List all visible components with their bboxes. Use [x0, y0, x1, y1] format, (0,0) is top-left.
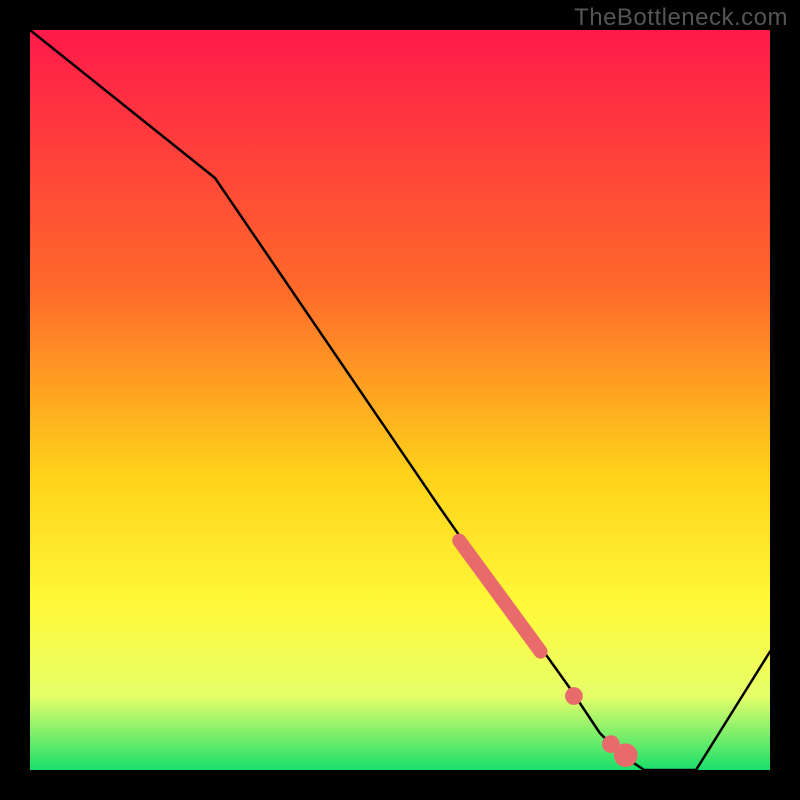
bottleneck-chart [30, 30, 770, 770]
watermark-text: TheBottleneck.com [574, 4, 788, 32]
gradient-background [30, 30, 770, 770]
marker-dot [614, 743, 638, 767]
chart-frame: TheBottleneck.com [0, 0, 800, 800]
marker-dot [565, 687, 583, 705]
